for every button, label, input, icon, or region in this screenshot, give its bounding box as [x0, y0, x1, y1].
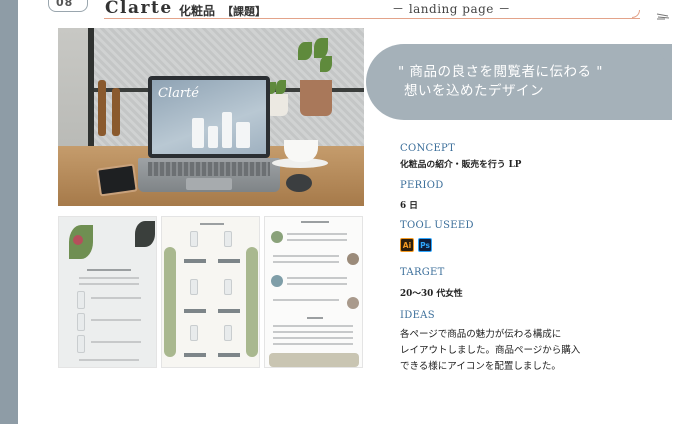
text-line: [273, 343, 353, 345]
buy-button: [184, 353, 206, 357]
text-line: [79, 283, 139, 285]
text-line: [307, 317, 323, 319]
concept-value: 化粧品の紹介・販売を行う LP: [400, 160, 522, 170]
bottle-icon: [77, 313, 85, 331]
text-line: [273, 261, 339, 263]
bottle-icon: [224, 325, 232, 341]
target-value: 20～30 代女性: [400, 289, 463, 299]
text-line: [287, 277, 347, 279]
quote-line-1: " 商品の良さを閲覧者に伝わる ": [398, 64, 604, 80]
laptop-display: Clarté: [152, 80, 266, 154]
leaf-decoration-icon: [246, 247, 258, 357]
buy-button: [184, 309, 206, 313]
concept-label: CONCEPT: [400, 143, 456, 154]
hero-photo: Clarté: [58, 28, 364, 206]
buy-button: [218, 309, 240, 313]
bottle-icon: [77, 335, 85, 353]
illustrator-icon: Ai: [400, 238, 414, 252]
text-line: [273, 337, 353, 339]
text-line: [273, 255, 339, 257]
lp-thumbnail-products: [161, 216, 260, 368]
page-subtitle: － landing page －: [392, 2, 511, 16]
page-number: 08: [56, 0, 74, 9]
laptop-keyboard: [148, 162, 270, 176]
plant-leaf-icon: [276, 80, 286, 94]
period-value: 6 日: [400, 201, 418, 211]
text-line: [91, 341, 141, 343]
avatar: [347, 253, 359, 265]
text-line: [287, 239, 347, 241]
header-divider: [104, 18, 640, 19]
quote-line-2: 想いを込めたデザイン: [404, 83, 544, 99]
ideas-line-2: レイアウトしました。商品ページから購入: [400, 345, 581, 356]
text-line: [91, 319, 141, 321]
text-line: [87, 269, 131, 271]
plant-pot: [300, 80, 332, 116]
text-line: [273, 325, 353, 327]
scribble-icon: [656, 13, 670, 20]
period-label: PERIOD: [400, 180, 444, 191]
text-line: [200, 223, 224, 225]
coffee-cup-icon: [284, 140, 318, 162]
bottle-icon: [77, 291, 85, 309]
text-line: [79, 277, 139, 279]
brand-title: Clarte: [105, 0, 173, 18]
text-line: [79, 359, 139, 361]
tool-label: TOOL USEED: [400, 220, 474, 231]
header-divider-curve: [632, 10, 640, 18]
plant-leaf-icon: [320, 56, 332, 72]
ideas-line-1: 各ページで商品の魅力が伝わる構成に: [400, 329, 562, 340]
leaf-decoration-icon: [135, 221, 155, 247]
buy-button: [218, 259, 240, 263]
plant-leaf-icon: [314, 38, 328, 58]
text-line: [287, 283, 347, 285]
ideas-label: IDEAS: [400, 310, 435, 321]
bottle-icon: [224, 231, 232, 247]
laptop-touchpad: [186, 178, 232, 190]
bottle-icon: [190, 279, 198, 295]
leaf-decoration-icon: [164, 247, 176, 357]
bottle-icon: [190, 231, 198, 247]
giraffe-figure-icon: [112, 88, 120, 136]
left-sidebar-bar: [0, 0, 18, 424]
bottle-icon: [190, 325, 198, 341]
bottle-icon: [236, 122, 250, 148]
lp-thumbnail-top: [58, 216, 157, 368]
text-line: [301, 221, 329, 223]
mouse-icon: [286, 174, 312, 192]
bottle-icon: [192, 118, 204, 148]
text-line: [273, 331, 353, 333]
photoshop-icon: Ps: [418, 238, 432, 252]
bottle-icon: [222, 112, 232, 148]
text-line: [91, 297, 141, 299]
avatar: [271, 275, 283, 287]
laptop-screen: Clarté: [148, 76, 270, 158]
avatar: [347, 297, 359, 309]
avatar: [271, 231, 283, 243]
bottle-icon: [208, 126, 218, 148]
plant-leaf-icon: [298, 42, 312, 60]
smartphone-icon: [96, 163, 138, 197]
category-title: 化粧品: [179, 4, 216, 18]
flower-decoration-icon: [73, 235, 83, 245]
text-line: [273, 299, 339, 301]
assignment-note: 【課題】: [222, 5, 266, 18]
lp-thumbnail-reviews: [264, 216, 363, 368]
buy-button: [218, 353, 240, 357]
bottle-icon: [224, 279, 232, 295]
screen-logo: Clarté: [158, 86, 199, 101]
target-label: TARGET: [400, 267, 445, 278]
buy-button: [184, 259, 206, 263]
giraffe-figure-icon: [98, 80, 106, 136]
text-line: [287, 233, 347, 235]
leaf-decoration-icon: [269, 353, 359, 367]
ideas-line-3: できる様にアイコンを配置しました。: [400, 361, 561, 372]
